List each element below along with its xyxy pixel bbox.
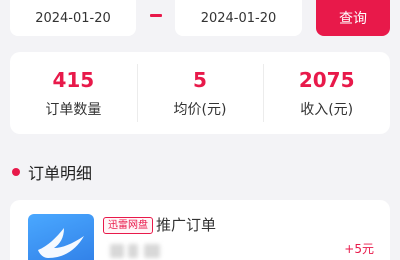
stat-value: 2075 [298, 68, 355, 92]
stat-value: 415 [52, 68, 95, 92]
query-button-label: 查询 [339, 11, 367, 27]
blurred-info [128, 244, 138, 258]
source-tag: 迅雷网盘 [103, 217, 153, 234]
end-date-field[interactable]: 2024-01-20 [175, 0, 302, 36]
stat-order-count: 415 订单数量 [10, 52, 137, 134]
order-amount: +5元 [344, 242, 374, 256]
blurred-info [110, 244, 124, 258]
stat-label: 收入(元) [300, 102, 354, 118]
order-list-item[interactable]: 迅雷网盘 推广订单 +5元 [10, 200, 390, 260]
stats-card: 415 订单数量 5 均价(元) 2075 收入(元) [10, 52, 390, 134]
stat-label: 均价(元) [173, 102, 227, 118]
date-filter-bar: 2024-01-20 2024-01-20 查询 [0, 0, 400, 42]
section-title: 订单明细 [28, 164, 93, 183]
bird-logo-icon [38, 228, 84, 258]
stat-income: 2075 收入(元) [263, 52, 390, 134]
end-date-value: 2024-01-20 [200, 10, 277, 26]
start-date-value: 2024-01-20 [35, 10, 111, 26]
app-thumbnail [28, 214, 94, 260]
date-range-separator [150, 14, 162, 17]
start-date-field[interactable]: 2024-01-20 [10, 0, 136, 36]
stat-label: 订单数量 [45, 102, 102, 118]
order-details-heading: 订单明细 [12, 160, 92, 184]
stat-value: 5 [193, 68, 207, 92]
stat-average-price: 5 均价(元) [136, 52, 264, 134]
blurred-info [144, 244, 160, 258]
section-dot-icon [12, 168, 20, 176]
order-type-label: 推广订单 [156, 216, 217, 234]
query-button[interactable]: 查询 [316, 0, 390, 36]
